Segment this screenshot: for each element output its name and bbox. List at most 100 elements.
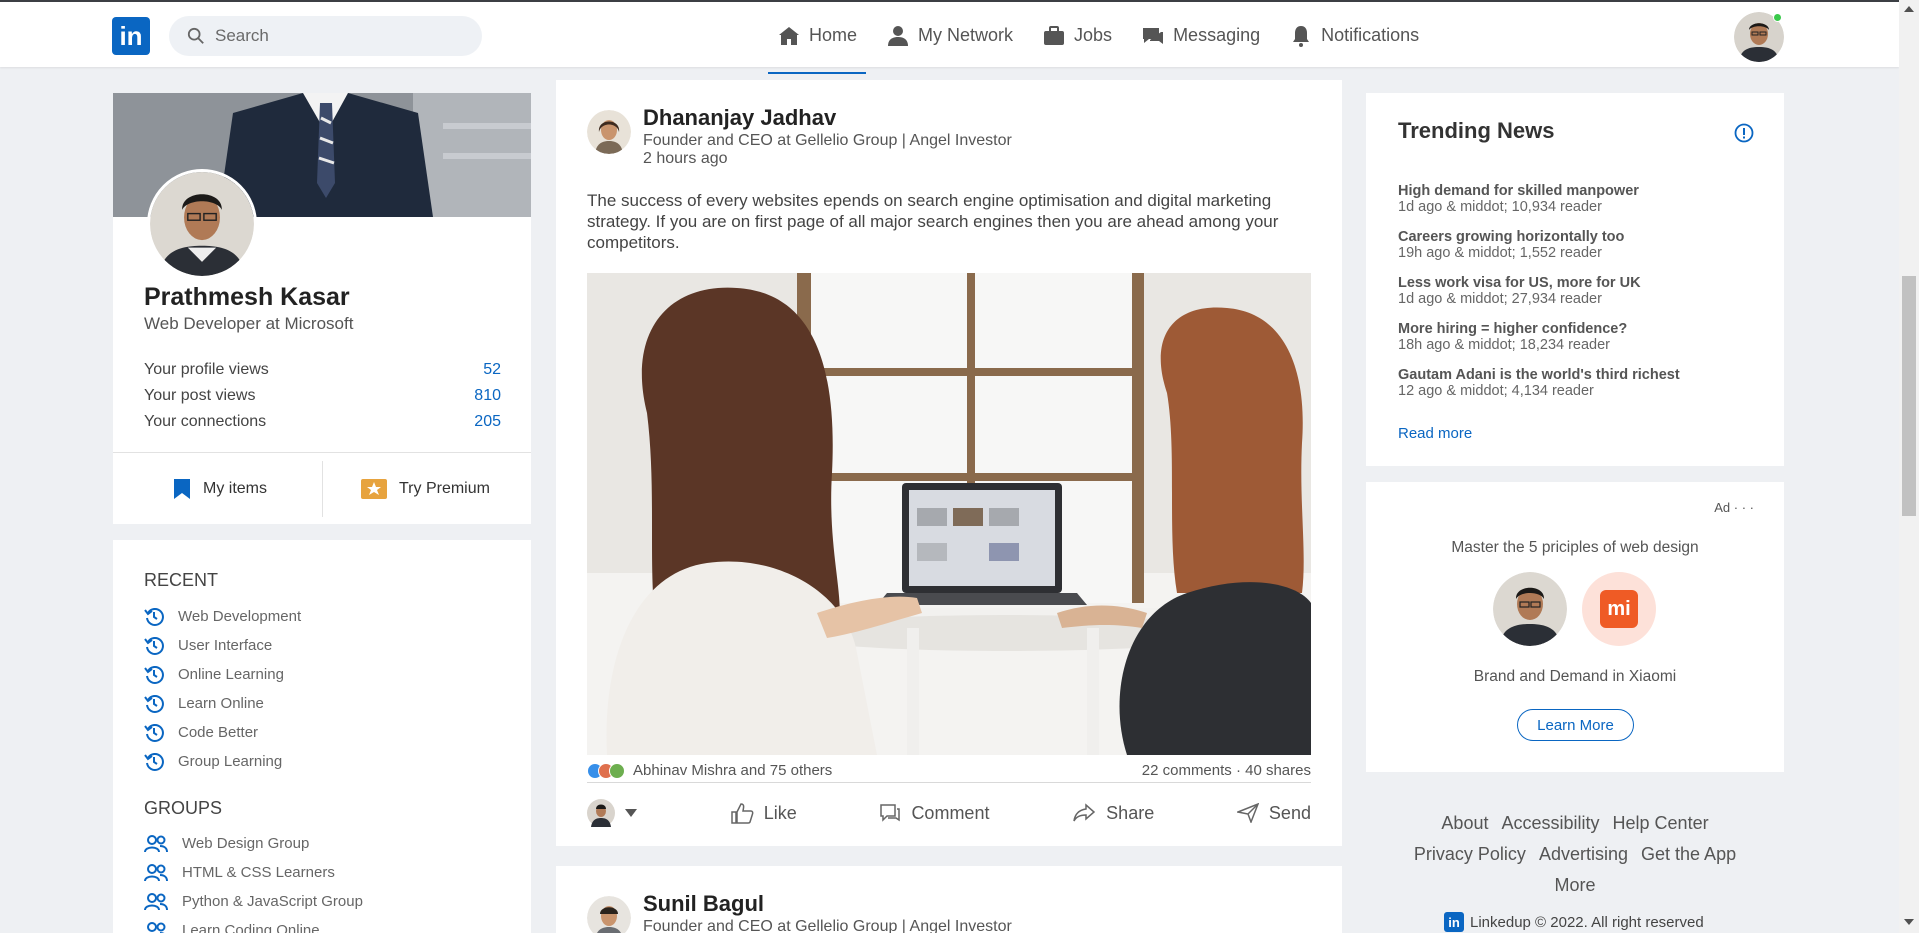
stat-label: Your connections xyxy=(144,413,267,430)
post-author-avatar[interactable] xyxy=(587,110,631,154)
scroll-down-arrow-icon[interactable] xyxy=(1904,919,1914,925)
ad-label[interactable]: Ad · · · xyxy=(1714,500,1754,515)
group-item[interactable]: Python & JavaScript Group xyxy=(144,887,363,916)
learn-more-button[interactable]: Learn More xyxy=(1517,709,1634,741)
scroll-up-arrow-icon[interactable] xyxy=(1904,6,1914,12)
reaction-summary[interactable]: Abhinav Mishra and 75 others xyxy=(587,762,832,779)
share-button[interactable]: Share xyxy=(1072,803,1154,824)
footer-link-more[interactable]: More xyxy=(1554,875,1595,895)
post-author-subtitle: Founder and CEO at Gellelio Group | Ange… xyxy=(643,918,1012,933)
news-meta: 19h ago & middot; 1,552 reader xyxy=(1398,245,1602,261)
profile-title: Web Developer at Microsoft xyxy=(144,314,354,333)
footer-link-advertising[interactable]: Advertising xyxy=(1539,844,1628,864)
profile-card: Prathmesh Kasar Web Developer at Microso… xyxy=(113,93,531,524)
post-author-meta: Founder and CEO at Gellelio Group | Ange… xyxy=(643,132,1012,168)
recent-groups-card: RECENT Web Development User Interface On… xyxy=(113,540,531,933)
search-bar[interactable] xyxy=(169,16,482,56)
copyright-text: Linkedup © 2022. All right reserved xyxy=(1470,913,1704,931)
news-item[interactable]: Careers growing horizontally too 19h ago … xyxy=(1398,229,1680,275)
group-item-label: Python & JavaScript Group xyxy=(182,893,363,910)
footer-link-help-center[interactable]: Help Center xyxy=(1613,813,1709,833)
groups-list: Web Design Group HTML & CSS Learners Pyt… xyxy=(144,829,363,933)
stat-profile-views[interactable]: Your profile views 52 xyxy=(144,357,501,383)
group-item[interactable]: Learn Coding Online xyxy=(144,916,363,933)
like-button[interactable]: Like xyxy=(730,802,797,824)
xiaomi-logo-text: mi xyxy=(1600,590,1638,628)
news-meta: 18h ago & middot; 18,234 reader xyxy=(1398,337,1611,353)
post-author-subtitle: Founder and CEO at Gellelio Group | Ange… xyxy=(643,132,1012,149)
messaging-icon xyxy=(1143,27,1164,44)
recent-item[interactable]: Group Learning xyxy=(144,747,301,776)
nav-notifications[interactable]: Notifications xyxy=(1280,2,1428,69)
bookmark-icon xyxy=(174,479,190,499)
recent-item[interactable]: Online Learning xyxy=(144,660,301,689)
try-premium-button[interactable]: Try Premium xyxy=(361,463,490,515)
read-more-link[interactable]: Read more xyxy=(1398,425,1472,442)
footer-link-privacy[interactable]: Privacy Policy xyxy=(1414,844,1526,864)
nav-jobs[interactable]: Jobs xyxy=(1033,2,1121,69)
post-author-name[interactable]: Sunil Bagul xyxy=(643,891,764,917)
comment-button[interactable]: Comment xyxy=(879,803,989,824)
footer-link-get-app[interactable]: Get the App xyxy=(1641,844,1736,864)
trending-news-card: Trending News High demand for skilled ma… xyxy=(1366,93,1784,466)
page-scrollbar[interactable] xyxy=(1899,0,1919,933)
divider xyxy=(113,452,531,453)
post-image[interactable] xyxy=(587,273,1311,755)
ad-headline: Master the 5 priciples of web design xyxy=(1451,539,1699,556)
my-items-button[interactable]: My items xyxy=(173,463,267,515)
recent-item[interactable]: User Interface xyxy=(144,631,301,660)
profile-avatar[interactable] xyxy=(147,169,257,279)
caret-down-icon xyxy=(625,809,637,817)
briefcase-icon xyxy=(1044,25,1065,45)
group-item-label: Web Design Group xyxy=(182,835,310,852)
ad-user-avatar xyxy=(1493,572,1567,646)
send-icon xyxy=(1236,803,1259,823)
news-item[interactable]: Less work visa for US, more for UK 1d ago… xyxy=(1398,275,1680,321)
nav-home[interactable]: Home xyxy=(768,2,867,74)
news-item[interactable]: More hiring = higher confidence? 18h ago … xyxy=(1398,321,1680,367)
footer-logo: in xyxy=(1444,912,1464,932)
footer-link-about[interactable]: About xyxy=(1441,813,1488,833)
stat-label: Your post views xyxy=(144,387,256,404)
feed-post: Dhananjay Jadhav Founder and CEO at Gell… xyxy=(556,80,1342,846)
news-list: High demand for skilled manpower 1d ago &… xyxy=(1398,183,1680,413)
recent-item[interactable]: Learn Online xyxy=(144,689,301,718)
search-icon xyxy=(187,27,204,44)
profile-name[interactable]: Prathmesh Kasar xyxy=(144,283,350,312)
footer-link-accessibility[interactable]: Accessibility xyxy=(1501,813,1599,833)
reactions-text: Abhinav Mishra and 75 others xyxy=(633,762,833,779)
premium-icon xyxy=(361,479,387,499)
nav-my-network[interactable]: My Network xyxy=(877,2,1022,69)
info-icon[interactable] xyxy=(1734,123,1754,143)
stat-label: Your profile views xyxy=(144,361,269,378)
recent-item-label: Online Learning xyxy=(178,666,284,683)
search-input[interactable] xyxy=(215,26,455,46)
post-as-selector[interactable] xyxy=(587,799,647,827)
send-label: Send xyxy=(1268,802,1311,823)
news-item[interactable]: High demand for skilled manpower 1d ago &… xyxy=(1398,183,1680,229)
post-author-avatar[interactable] xyxy=(587,896,631,933)
group-item[interactable]: HTML & CSS Learners xyxy=(144,858,363,887)
recent-list: Web Development User Interface Online Le… xyxy=(144,602,301,776)
post-stats[interactable]: 22 comments · 40 shares xyxy=(1142,762,1311,779)
stat-value: 810 xyxy=(474,387,501,404)
recent-item[interactable]: Code Better xyxy=(144,718,301,747)
scrollbar-thumb[interactable] xyxy=(1902,276,1916,516)
recent-item[interactable]: Web Development xyxy=(144,602,301,631)
stat-post-views[interactable]: Your post views 810 xyxy=(144,383,501,409)
group-item[interactable]: Web Design Group xyxy=(144,829,363,858)
news-item[interactable]: Gautam Adani is the world's third riches… xyxy=(1398,367,1680,413)
send-button[interactable]: Send xyxy=(1236,802,1311,824)
nav-jobs-label: Jobs xyxy=(1074,25,1113,45)
recent-item-label: User Interface xyxy=(178,637,273,654)
stat-connections[interactable]: Your connections 205 xyxy=(144,409,501,435)
feed-post: Sunil Bagul Founder and CEO at Gellelio … xyxy=(556,866,1342,933)
my-items-label: My items xyxy=(203,480,267,497)
xiaomi-logo: mi xyxy=(1582,572,1656,646)
nav-messaging[interactable]: Messaging xyxy=(1132,2,1269,69)
history-icon xyxy=(144,723,164,742)
linkedin-logo[interactable]: in xyxy=(112,17,150,55)
ad-brand-text: Brand and Demand in Xiaomi xyxy=(1473,668,1677,685)
recent-item-label: Learn Online xyxy=(178,695,264,712)
post-author-name[interactable]: Dhananjay Jadhav xyxy=(643,105,836,131)
